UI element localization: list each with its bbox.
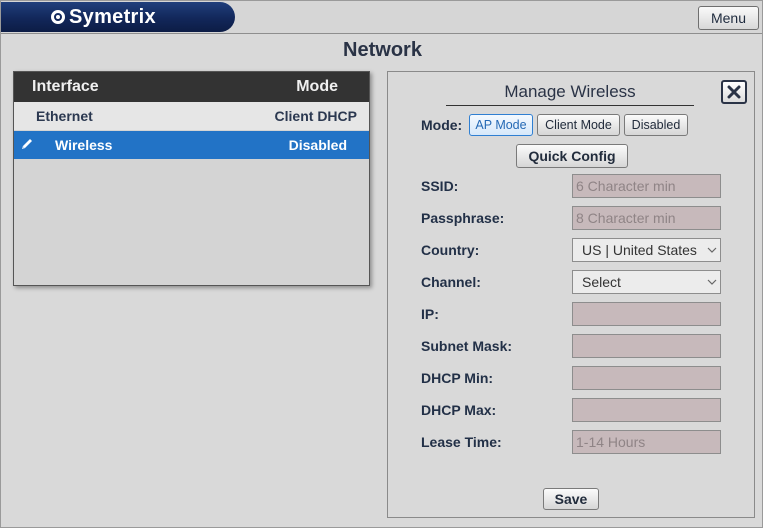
symetrix-logo: Symetrix [1,2,235,32]
channel-value: Select [582,274,621,290]
pencil-icon [22,139,32,149]
lease-time-label: Lease Time: [421,434,502,450]
mode-label: Mode: [421,117,463,133]
ip-label: IP: [421,306,439,322]
close-icon [727,85,741,99]
chevron-down-icon [707,247,717,253]
subnet-mask-label: Subnet Mask: [421,338,513,354]
client-mode-button[interactable]: Client Mode [537,114,620,136]
interface-table: Interface Mode Ethernet Client DHCP Wire… [13,71,370,286]
interface-table-header: Interface Mode [14,72,369,102]
manage-wireless-panel: Manage Wireless Mode: AP Mode Client Mod… [387,71,755,518]
dhcp-min-label: DHCP Min: [421,370,494,386]
page-title: Network [343,39,422,61]
ip-field[interactable] [572,302,721,326]
interface-name: Wireless [55,137,113,153]
channel-select[interactable]: Select [572,270,721,294]
interface-name: Ethernet [36,108,93,124]
country-select[interactable]: US | United States [572,238,721,262]
brand-name: Symetrix [69,5,156,28]
chevron-down-icon [707,279,717,285]
passphrase-field[interactable]: 8 Character min [572,206,721,230]
header-mode: Mode [296,78,338,95]
close-button[interactable] [721,80,747,104]
country-label: Country: [421,242,480,258]
ssid-label: SSID: [421,178,459,194]
interface-row-wireless[interactable]: Wireless Disabled [14,131,369,159]
subnet-mask-field[interactable] [572,334,721,358]
interface-mode: Client DHCP [274,108,357,124]
ssid-field[interactable]: 6 Character min [572,174,721,198]
dhcp-max-field[interactable] [572,398,721,422]
logo-mark-icon [51,10,65,24]
disabled-mode-button[interactable]: Disabled [624,114,688,136]
dhcp-min-field[interactable] [572,366,721,390]
app-window: Symetrix Menu Network Interface Mode Eth… [0,0,763,528]
quick-config-button[interactable]: Quick Config [516,144,628,168]
interface-row-ethernet[interactable]: Ethernet Client DHCP [14,102,369,130]
ap-mode-button[interactable]: AP Mode [469,114,533,136]
panel-title: Manage Wireless [446,82,694,106]
top-bar: Symetrix Menu [1,1,762,34]
interface-mode: Disabled [288,137,347,153]
country-value: US | United States [582,242,697,258]
passphrase-label: Passphrase: [421,210,505,226]
menu-button[interactable]: Menu [698,6,759,30]
header-interface: Interface [32,78,99,95]
dhcp-max-label: DHCP Max: [421,402,497,418]
save-button[interactable]: Save [543,488,599,510]
channel-label: Channel: [421,274,481,290]
lease-time-field[interactable]: 1-14 Hours [572,430,721,454]
